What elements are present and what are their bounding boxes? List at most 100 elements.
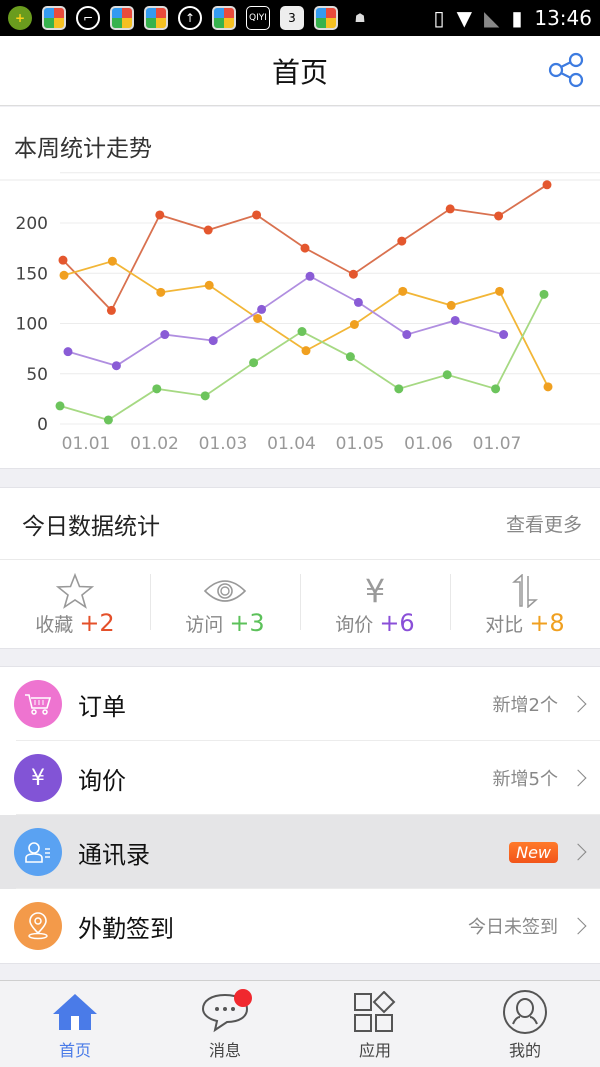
- data-point-orange: [446, 300, 456, 310]
- feature-list: 订单 新增2个 ¥ 询价 新增5个 通讯录 New 外勤签到 今日未签到: [0, 666, 600, 964]
- battery-charging-icon: ▮: [511, 6, 523, 30]
- data-point-red: [300, 243, 310, 253]
- data-point-red: [252, 210, 262, 220]
- y-tick-label: 200: [16, 214, 48, 234]
- share-icon[interactable]: [546, 52, 586, 88]
- app-icon: [42, 6, 66, 30]
- tab-label: 消息: [208, 1041, 241, 1060]
- tab-label: 我的: [508, 1041, 541, 1060]
- stat-label: 收藏: [35, 613, 74, 636]
- tab-me[interactable]: 我的: [450, 981, 600, 1067]
- data-point-orange: [543, 382, 553, 392]
- data-point-orange: [495, 286, 505, 296]
- no-sim-icon: ◣: [483, 6, 500, 30]
- tab-messages[interactable]: 消息: [150, 981, 300, 1067]
- data-point-green: [152, 384, 162, 394]
- today-title: 今日数据统计: [22, 513, 160, 540]
- data-point-purple: [305, 271, 315, 281]
- data-point-red: [58, 255, 68, 265]
- 360-security-icon: +: [8, 6, 32, 30]
- app-icon: [110, 6, 134, 30]
- calendar-icon: 3: [280, 6, 304, 30]
- list-item-orders[interactable]: 订单 新增2个: [0, 667, 600, 741]
- view-more-link[interactable]: 查看更多: [506, 510, 582, 537]
- app-header: 首页: [0, 36, 600, 106]
- list-item-status: 新增5个: [492, 769, 558, 790]
- data-point-green: [200, 391, 210, 401]
- list-item-label: 通讯录: [78, 840, 150, 869]
- list-item-inquiry[interactable]: ¥ 询价 新增5个: [0, 741, 600, 815]
- data-point-green: [539, 289, 549, 299]
- data-point-orange: [107, 256, 117, 266]
- vibrate-icon: ▯: [433, 6, 445, 30]
- x-tick-label: 01.04: [267, 434, 316, 454]
- tab-home[interactable]: 首页: [0, 981, 150, 1067]
- stat-favorites[interactable]: 收藏 +2: [0, 560, 150, 649]
- x-tick-label: 01.07: [473, 434, 522, 454]
- tab-apps[interactable]: 应用: [300, 981, 450, 1067]
- data-point-orange: [349, 320, 359, 330]
- weekly-trend-card: 本周统计走势 0 50 100 150 200 01.01 01.02 01.03 01.04 0…: [0, 107, 600, 469]
- status-bar: + ⌐ ↑ QIYI 3 ☗ ▯ ▼ ◣ ▮ 13:46: [0, 0, 600, 36]
- y-tick-label: 100: [16, 315, 48, 335]
- x-tick-label: 01.02: [130, 434, 179, 454]
- today-stats-card: 今日数据统计 查看更多 收藏 +2 访问 +3 ¥ 询价 +6 对比 +8: [0, 487, 600, 649]
- stat-compare[interactable]: 对比 +8: [450, 560, 600, 649]
- new-badge: New: [509, 841, 558, 863]
- data-point-red: [203, 225, 213, 235]
- data-point-red: [494, 211, 504, 221]
- stat-label: 访问: [185, 613, 224, 636]
- data-point-orange: [156, 287, 166, 297]
- data-point-red: [348, 269, 358, 279]
- compare-arrows-icon: [508, 573, 542, 609]
- unread-dot: [234, 989, 252, 1007]
- data-point-red: [445, 204, 455, 214]
- x-tick-label: 01.03: [199, 434, 248, 454]
- app-icon: [314, 6, 338, 30]
- data-point-purple: [450, 315, 460, 325]
- data-point-orange: [253, 313, 263, 323]
- data-point-red: [542, 180, 552, 190]
- stat-inquiries[interactable]: ¥ 询价 +6: [300, 560, 450, 649]
- stat-value: +6: [379, 608, 415, 637]
- data-point-purple: [111, 361, 121, 371]
- list-item-contacts[interactable]: 通讯录 New: [0, 815, 600, 889]
- sunglasses-icon: ⌐: [76, 6, 100, 30]
- data-point-green: [394, 384, 404, 394]
- list-item-label: 订单: [78, 692, 126, 721]
- data-point-purple: [160, 330, 170, 340]
- iqiyi-icon: QIYI: [246, 6, 270, 30]
- data-point-green: [491, 384, 501, 394]
- yen-icon: ¥: [14, 754, 62, 802]
- data-point-purple: [499, 330, 509, 340]
- data-point-orange: [204, 280, 214, 290]
- data-point-purple: [353, 297, 363, 307]
- contacts-icon: [14, 828, 62, 876]
- y-tick-label: 50: [26, 365, 48, 385]
- data-point-green: [249, 358, 259, 368]
- apps-icon: [351, 991, 399, 1033]
- chevron-right-icon: [569, 769, 587, 787]
- x-tick-label: 01.01: [62, 434, 111, 454]
- list-item-checkin[interactable]: 外勤签到 今日未签到: [0, 889, 600, 963]
- app-icon: [144, 6, 168, 30]
- tab-label: 应用: [358, 1041, 391, 1060]
- list-item-label: 外勤签到: [78, 914, 174, 943]
- data-point-green: [55, 401, 65, 411]
- data-point-purple: [63, 347, 73, 357]
- stat-visits[interactable]: 访问 +3: [150, 560, 300, 649]
- user-icon: [501, 990, 549, 1034]
- home-icon: [51, 991, 99, 1033]
- cart-icon: [14, 680, 62, 728]
- data-point-green: [297, 327, 307, 337]
- star-icon: [56, 572, 94, 609]
- data-point-red: [397, 236, 407, 246]
- stat-value: +3: [229, 608, 265, 637]
- upload-icon: ↑: [178, 6, 202, 30]
- data-point-green: [345, 352, 355, 362]
- stat-value: +8: [529, 608, 565, 637]
- chevron-right-icon: [569, 843, 587, 861]
- location-pin-icon: [14, 902, 62, 950]
- wifi-icon: ▼: [456, 6, 472, 30]
- stat-label: 询价: [335, 613, 374, 636]
